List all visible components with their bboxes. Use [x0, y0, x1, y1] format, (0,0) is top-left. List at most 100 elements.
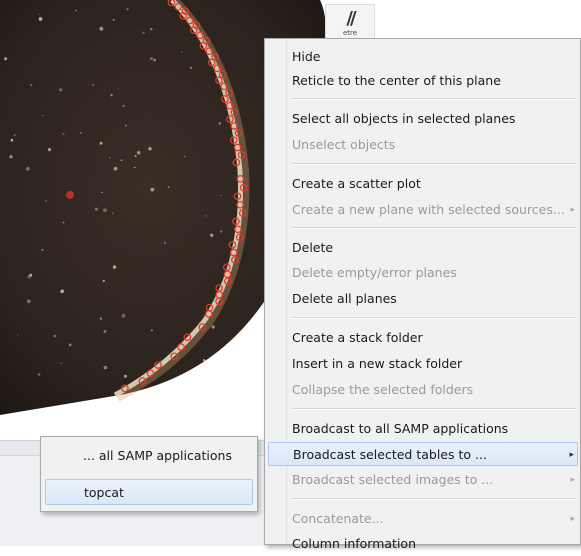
menu-item-unselect-objects[interactable]: Unselect objects — [287, 133, 578, 157]
star-point — [75, 9, 77, 12]
star-point — [38, 13, 40, 15]
menu-item-label: Delete empty/error planes — [292, 265, 457, 280]
submenu-arrow-icon: ▸ — [570, 514, 575, 524]
star-point — [29, 273, 33, 277]
star-point — [10, 138, 14, 142]
submenu-arrow-icon: ▸ — [570, 475, 575, 485]
menu-separator — [291, 98, 576, 100]
star-point — [62, 133, 65, 135]
submenu-item-label: ... all SAMP applications — [83, 448, 232, 463]
menu-item-broadcast-all-samp[interactable]: Broadcast to all SAMP applications — [287, 417, 578, 441]
star-point — [53, 334, 57, 338]
star-point — [26, 299, 31, 304]
star-point — [205, 215, 207, 217]
star-point — [45, 199, 47, 202]
star-point — [163, 241, 166, 244]
menu-item-insert-stack-folder[interactable]: Insert in a new stack folder — [287, 352, 578, 376]
star-point — [120, 159, 123, 161]
star-point — [92, 83, 95, 86]
star-point — [220, 194, 222, 197]
star-point — [99, 141, 103, 145]
star-point — [123, 374, 127, 378]
menu-item-concatenate[interactable]: Concatenate... ▸ — [287, 507, 578, 531]
submenu-item-topcat[interactable]: topcat — [45, 479, 253, 505]
menu-item-label: Column information — [292, 536, 416, 551]
menu-item-label: Concatenate... — [292, 511, 384, 526]
star-point — [142, 31, 145, 34]
star-point — [189, 66, 193, 69]
menu-item-reticle-center[interactable]: Reticle to the center of this plane — [287, 69, 578, 93]
star-point — [4, 57, 8, 61]
menu-item-create-stack-folder[interactable]: Create a stack folder — [287, 326, 578, 350]
star-point — [150, 57, 153, 61]
star-point — [13, 134, 16, 137]
plane-glyph-icon: // — [346, 7, 356, 29]
star-point — [137, 151, 141, 155]
menu-item-delete-empty-planes[interactable]: Delete empty/error planes — [287, 261, 578, 285]
menu-separator — [291, 498, 576, 500]
star-point — [218, 122, 221, 125]
star-point — [30, 83, 33, 87]
star-point — [42, 114, 44, 117]
menu-item-hide[interactable]: Hide — [287, 45, 578, 69]
menu-item-label: Collapse the selected folders — [292, 382, 474, 397]
context-menu: Hide Reticle to the center of this plane… — [264, 38, 581, 551]
menu-separator — [291, 163, 576, 165]
star-point — [60, 362, 62, 364]
menu-separator — [291, 408, 576, 410]
star-point — [149, 27, 153, 31]
menu-separator — [291, 317, 576, 319]
menu-item-new-plane-selected-sources[interactable]: Create a new plane with selected sources… — [287, 198, 578, 222]
star-point — [110, 94, 113, 97]
star-point — [17, 334, 19, 336]
star-point — [181, 51, 183, 53]
star-point — [68, 343, 72, 347]
submenu-arrow-icon: ▸ — [569, 450, 574, 460]
menu-item-column-information[interactable]: Column information — [287, 532, 578, 556]
menu-item-delete[interactable]: Delete — [287, 236, 578, 260]
star-point — [59, 88, 63, 92]
menu-item-label: Delete — [292, 240, 334, 255]
menu-item-broadcast-images[interactable]: Broadcast selected images to ... ▸ — [287, 468, 578, 492]
star-point — [210, 233, 214, 237]
star-point — [80, 132, 82, 134]
star-point — [150, 187, 155, 192]
plane-caption: etre — [342, 28, 358, 37]
star-point — [183, 155, 186, 158]
star-point — [220, 230, 223, 233]
menu-item-label: Broadcast selected tables to ... — [293, 447, 487, 462]
broadcast-tables-submenu: ... all SAMP applications topcat — [40, 436, 258, 512]
menu-item-scatter-plot[interactable]: Create a scatter plot — [287, 172, 578, 196]
submenu-item-all-samp-applications[interactable]: ... all SAMP applications — [45, 443, 253, 469]
menu-item-select-all-objects[interactable]: Select all objects in selected planes — [287, 107, 578, 131]
star-point — [41, 249, 44, 251]
menu-item-collapse-folders[interactable]: Collapse the selected folders — [287, 378, 578, 402]
menu-item-label: Select all objects in selected planes — [292, 111, 516, 126]
menu-item-broadcast-tables[interactable]: Broadcast selected tables to ... ▸ — [268, 442, 578, 466]
star-point — [60, 289, 64, 294]
star-point — [38, 373, 41, 376]
star-point — [112, 18, 115, 21]
menu-item-label: Insert in a new stack folder — [292, 356, 463, 371]
star-point — [47, 148, 52, 152]
star-point — [202, 359, 206, 362]
plane-thumbnail-icon[interactable]: // etre — [325, 4, 375, 42]
menu-item-label: Delete all planes — [292, 291, 397, 306]
source-marker[interactable] — [66, 191, 74, 199]
menu-item-delete-all-planes[interactable]: Delete all planes — [287, 287, 578, 311]
star-point — [102, 279, 105, 282]
star-point — [94, 207, 98, 211]
menu-item-label: Create a scatter plot — [292, 176, 421, 191]
menu-item-label: Create a stack folder — [292, 330, 423, 345]
star-point — [109, 157, 111, 159]
star-point — [103, 365, 108, 370]
star-point — [121, 313, 126, 318]
menu-item-label: Unselect objects — [292, 137, 396, 152]
star-point — [125, 124, 127, 127]
star-point — [134, 155, 137, 158]
star-point — [134, 166, 136, 169]
star-point — [211, 325, 215, 329]
menu-item-label: Broadcast selected images to ... — [292, 472, 494, 487]
star-point — [113, 166, 118, 171]
menu-separator — [291, 227, 576, 229]
